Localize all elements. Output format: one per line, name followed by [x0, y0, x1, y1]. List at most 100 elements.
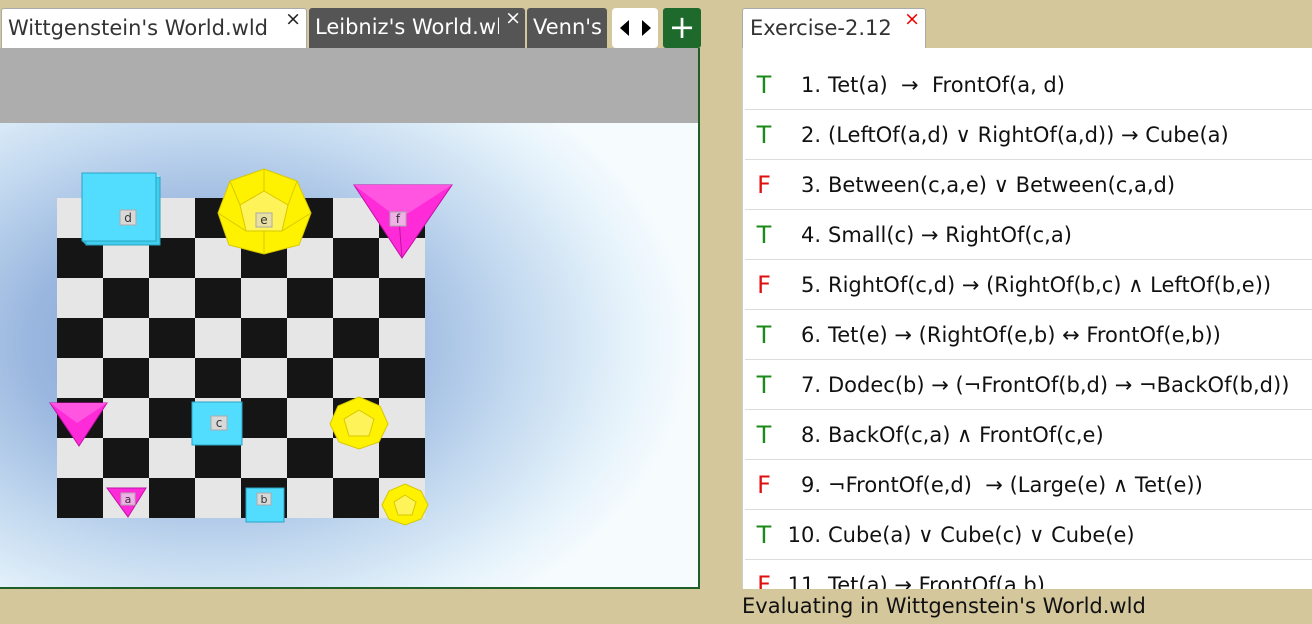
- truth-value: T: [756, 220, 772, 249]
- sentence-row[interactable]: T 2. (LeftOf(a,d) ∨ RightOf(a,d)) → Cube…: [745, 110, 1312, 160]
- tab-exercise[interactable]: Exercise-2.12 ×: [742, 8, 926, 50]
- board-square: [149, 398, 195, 438]
- sentence-number: 4.: [800, 222, 821, 247]
- sentence-row[interactable]: F 3. Between(c,a,e) ∨ Between(c,a,d): [745, 160, 1312, 210]
- sentence-number: 1.: [800, 72, 821, 97]
- block-d-large-cube[interactable]: d: [81, 172, 161, 246]
- truth-value: F: [757, 170, 771, 199]
- board-square: [149, 278, 195, 318]
- sentence-number: 9.: [800, 472, 821, 497]
- close-icon[interactable]: ×: [505, 8, 521, 37]
- sentence-formula: Dodec(b) → (¬FrontOf(b,d) → ¬BackOf(b,d)…: [828, 372, 1290, 397]
- board-square: [195, 478, 241, 518]
- truth-value: F: [757, 470, 771, 499]
- truth-value: T: [756, 420, 772, 449]
- sentence-formula: Tet(a) → FrontOf(a,b): [828, 572, 1045, 590]
- board-square: [103, 318, 149, 358]
- block-e-large-dodec[interactable]: e: [217, 168, 312, 255]
- world-scene[interactable]: d e f c a b: [0, 123, 700, 589]
- sentence-formula: RightOf(c,d) → (RightOf(b,c) ∧ LeftOf(b,…: [828, 272, 1272, 297]
- add-tab-button[interactable]: +: [663, 8, 701, 48]
- truth-value: T: [756, 370, 772, 399]
- board-square: [333, 358, 379, 398]
- board-square: [195, 358, 241, 398]
- sentence-number: 8.: [800, 422, 821, 447]
- sentence-number: 6.: [800, 322, 821, 347]
- sentence-list: T 1. Tet(a) → FrontOf(a, d) T 2. (LeftOf…: [742, 48, 1312, 589]
- block-label: b: [261, 493, 268, 506]
- board-square: [195, 318, 241, 358]
- board-square: [379, 278, 425, 318]
- sentence-number: 2.: [800, 122, 821, 147]
- block-b-small-cube[interactable]: b: [245, 487, 285, 523]
- block-label: e: [260, 213, 267, 227]
- sentence-row[interactable]: T 6. Tet(e) → (RightOf(e,b) ↔ FrontOf(e,…: [745, 310, 1312, 360]
- board-square: [287, 278, 333, 318]
- board-square: [333, 318, 379, 358]
- sentence-row[interactable]: F 5. RightOf(c,d) → (RightOf(b,c) ∧ Left…: [745, 260, 1312, 310]
- board-square: [103, 278, 149, 318]
- board-square: [333, 238, 379, 278]
- sentence-formula: Cube(a) ∨ Cube(c) ∨ Cube(e): [828, 522, 1135, 547]
- truth-value: T: [756, 320, 772, 349]
- board-square: [57, 278, 103, 318]
- close-icon[interactable]: ×: [285, 9, 301, 38]
- block-label: c: [216, 416, 223, 430]
- truth-value: T: [756, 70, 772, 99]
- block-c-medium-cube[interactable]: c: [191, 401, 243, 446]
- sentence-row[interactable]: T 10. Cube(a) ∨ Cube(c) ∨ Cube(e): [745, 510, 1312, 560]
- board-square: [149, 478, 195, 518]
- board-square: [103, 358, 149, 398]
- world-canvas[interactable]: d e f c a b: [0, 123, 700, 589]
- board-square: [287, 318, 333, 358]
- board-square: [149, 438, 195, 478]
- board-square: [287, 478, 333, 518]
- board-square: [149, 318, 195, 358]
- scroll-left-arrow-icon[interactable]: [612, 8, 635, 48]
- sentence-row[interactable]: F 11. Tet(a) → FrontOf(a,b): [745, 560, 1312, 590]
- tab-wittgensteins-world[interactable]: Wittgenstein's World.wld ×: [1, 8, 307, 50]
- sentence-row[interactable]: T 8. BackOf(c,a) ∧ FrontOf(c,e): [745, 410, 1312, 460]
- world-toolbar-area: [0, 48, 698, 123]
- sentence-formula: Tet(e) → (RightOf(e,b) ↔ FrontOf(e,b)): [828, 322, 1221, 347]
- sentence-formula: Tet(a) → FrontOf(a, d): [828, 72, 1065, 97]
- board-square: [57, 478, 103, 518]
- sentence-row[interactable]: T 7. Dodec(b) → (¬FrontOf(b,d) → ¬BackOf…: [745, 360, 1312, 410]
- truth-value: T: [756, 120, 772, 149]
- sentence-number: 10.: [787, 522, 821, 547]
- board-square: [379, 438, 425, 478]
- scroll-right-arrow-icon[interactable]: [635, 8, 658, 48]
- sentence-formula: ¬FrontOf(e,d) → (Large(e) ∧ Tet(e)): [828, 472, 1203, 497]
- sentence-number: 11.: [787, 572, 821, 590]
- board-square: [241, 278, 287, 318]
- world-panel: d e f c a b: [0, 48, 700, 589]
- tab-label: Leibniz's World.wld: [315, 15, 499, 39]
- tab-leibniz-world[interactable]: Leibniz's World.wld ×: [309, 8, 525, 48]
- sentence-number: 5.: [800, 272, 821, 297]
- board-square: [241, 358, 287, 398]
- board-square: [241, 398, 287, 438]
- board-square: [287, 438, 333, 478]
- tab-scroll-buttons: [612, 8, 658, 48]
- board-square: [195, 278, 241, 318]
- board-square: [287, 398, 333, 438]
- board-square: [241, 438, 287, 478]
- sentence-formula: BackOf(c,a) ∧ FrontOf(c,e): [828, 422, 1104, 447]
- sentence-row[interactable]: T 1. Tet(a) → FrontOf(a, d): [745, 60, 1312, 110]
- board-square: [379, 318, 425, 358]
- board-square: [379, 358, 425, 398]
- tab-label: Venn's World.wld: [533, 15, 607, 39]
- truth-value: T: [756, 520, 772, 549]
- sentence-row[interactable]: T 4. Small(c) → RightOf(c,a): [745, 210, 1312, 260]
- close-icon[interactable]: ×: [904, 0, 920, 38]
- board-square: [57, 318, 103, 358]
- tab-label: Wittgenstein's World.wld: [8, 16, 268, 40]
- block-label: a: [125, 493, 132, 506]
- tab-venns-world[interactable]: Venn's World.wld: [527, 8, 607, 48]
- truth-value: F: [757, 570, 771, 590]
- board-square: [103, 438, 149, 478]
- truth-value: F: [757, 270, 771, 299]
- sentence-formula: Small(c) → RightOf(c,a): [828, 222, 1072, 247]
- sentence-row[interactable]: F 9. ¬FrontOf(e,d) → (Large(e) ∧ Tet(e)): [745, 460, 1312, 510]
- sentence-number: 3.: [800, 172, 821, 197]
